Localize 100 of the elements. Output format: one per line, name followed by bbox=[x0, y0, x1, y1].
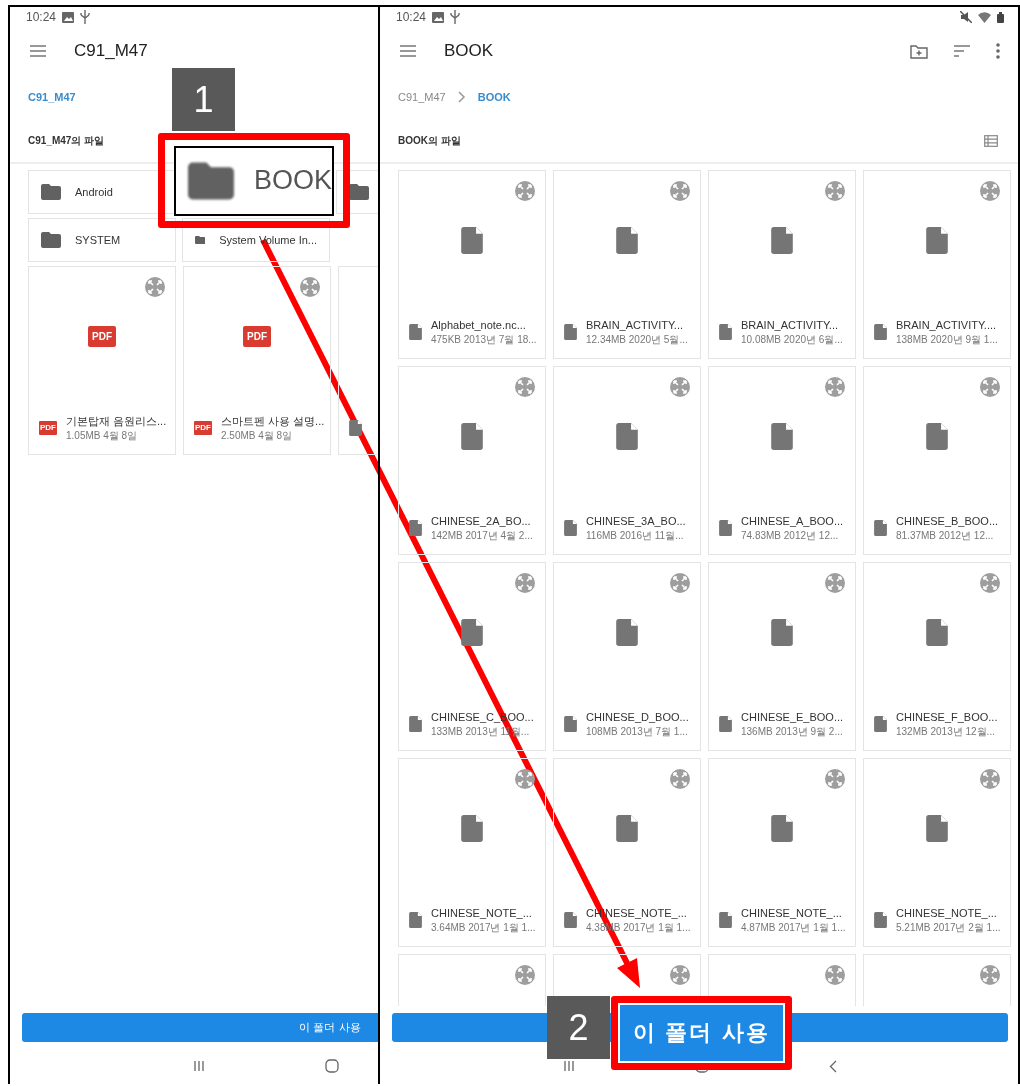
file-card[interactable]: Alphabet_note.nc... 475KB 2013년 7월 18... bbox=[398, 170, 546, 359]
file-card[interactable]: CHINESE_A_BOO... 74.83MB 2012년 12... bbox=[708, 366, 856, 555]
file-card[interactable]: CHINESE_NOTE_... 4.87MB 2017년 1월 1... bbox=[708, 758, 856, 947]
file-card[interactable]: CHINESE_E_BOO... 136MB 2013년 9월 2... bbox=[708, 562, 856, 751]
file-icon bbox=[771, 227, 793, 254]
image-icon bbox=[432, 11, 445, 23]
expand-icon bbox=[670, 573, 690, 593]
file-card[interactable]: BRAIN_ACTIVITY... 12.34MB 2020년 5월... bbox=[553, 170, 701, 359]
file-icon bbox=[771, 423, 793, 450]
wifi-icon bbox=[978, 11, 991, 23]
usb-icon bbox=[80, 10, 91, 24]
file-icon bbox=[616, 619, 638, 646]
file-icon bbox=[461, 815, 483, 842]
file-card[interactable]: PDF PDF 기본탑재 음원리스... 1.05MB 4월 8일 bbox=[28, 266, 176, 455]
file-icon bbox=[926, 423, 948, 450]
file-name: CHINESE_NOTE_... bbox=[741, 905, 842, 921]
breadcrumb-item[interactable]: BOOK bbox=[477, 91, 511, 103]
file-name: CHINESE_3A_BO... bbox=[586, 513, 686, 529]
file-details: 74.83MB 2012년 12... bbox=[741, 529, 839, 543]
file-icon bbox=[719, 912, 732, 928]
folder-name: System Volume In... bbox=[219, 234, 317, 246]
recent-apps-icon bbox=[193, 1060, 205, 1072]
expand-icon bbox=[515, 769, 535, 789]
expand-icon bbox=[300, 277, 320, 297]
file-card[interactable]: CHINESE_D_BOO... 108MB 2013년 7월 1... bbox=[553, 562, 701, 751]
file-details: 142MB 2017년 4월 2... bbox=[431, 529, 533, 543]
folder-icon bbox=[41, 184, 61, 200]
expand-icon bbox=[980, 573, 1000, 593]
usb-icon bbox=[450, 10, 461, 24]
file-card[interactable]: CHINESE_2A_BO... 142MB 2017년 4월 2... bbox=[398, 366, 546, 555]
breadcrumb-item[interactable]: C91_M47 bbox=[28, 91, 76, 103]
folder-name: BOOK bbox=[253, 165, 332, 196]
file-details: 132MB 2013년 12월... bbox=[896, 725, 995, 739]
file-icon bbox=[771, 619, 793, 646]
file-icon bbox=[926, 619, 948, 646]
file-card[interactable]: BRAIN_ACTIVITY... 10.08MB 2020년 6월... bbox=[708, 170, 856, 359]
pdf-icon: PDF bbox=[243, 326, 271, 347]
expand-icon bbox=[825, 573, 845, 593]
file-details: 4.87MB 2017년 1월 1... bbox=[741, 921, 846, 935]
breadcrumb-item[interactable]: C91_M47 bbox=[398, 91, 446, 103]
file-icon bbox=[409, 324, 422, 340]
file-card[interactable]: CHINESE_NOTE_... 3.64MB 2017년 1월 1... bbox=[398, 758, 546, 947]
section-label: C91_M47의 파일 bbox=[28, 133, 106, 148]
file-details: 116MB 2016년 11월... bbox=[586, 529, 684, 543]
menu-icon bbox=[400, 45, 416, 57]
file-name: BRAIN_ACTIVITY.... bbox=[896, 317, 997, 333]
expand-icon bbox=[980, 377, 1000, 397]
pdf-icon: PDF bbox=[194, 421, 212, 435]
file-name: CHINESE_NOTE_... bbox=[896, 905, 997, 921]
status-time: 10:24 bbox=[396, 10, 427, 24]
file-icon bbox=[874, 912, 887, 928]
file-name: CHINESE_F_BOO... bbox=[896, 709, 998, 725]
file-name: 스마트펜 사용 설명... bbox=[221, 413, 325, 429]
folder-icon bbox=[188, 160, 234, 201]
file-icon bbox=[409, 520, 422, 536]
file-icon bbox=[926, 227, 948, 254]
file-details: 12.34MB 2020년 5월... bbox=[586, 333, 688, 347]
use-folder-button[interactable]: 이 폴더 사용 bbox=[22, 1012, 378, 1042]
expand-icon bbox=[670, 181, 690, 201]
file-icon bbox=[564, 324, 577, 340]
pdf-icon: PDF bbox=[88, 326, 116, 347]
file-card[interactable]: CHINESE_F_BOO... 132MB 2013년 12월... bbox=[863, 562, 1011, 751]
expand-icon bbox=[980, 181, 1000, 201]
file-details: 108MB 2013년 7월 1... bbox=[586, 725, 688, 739]
mute-icon bbox=[960, 11, 972, 23]
file-details: 81.37MB 2012년 12... bbox=[896, 529, 994, 543]
back-icon bbox=[829, 1059, 837, 1073]
file-card[interactable]: PDF PDF 스마트펜 사용 설명... 2.50MB 4월 8일 bbox=[183, 266, 331, 455]
file-name: CHINESE_E_BOO... bbox=[741, 709, 844, 725]
expand-icon bbox=[980, 769, 1000, 789]
expand-icon bbox=[515, 965, 535, 985]
file-icon bbox=[564, 716, 577, 732]
battery-icon bbox=[997, 11, 1004, 23]
expand-icon bbox=[670, 377, 690, 397]
new-folder-icon bbox=[910, 43, 928, 59]
magnified-use-folder-button[interactable]: 이 폴더 사용 bbox=[618, 1003, 785, 1063]
file-icon bbox=[349, 420, 362, 436]
file-card[interactable]: CHINESE_3A_BO... 116MB 2016년 11월... bbox=[553, 366, 701, 555]
folder-card[interactable]: Android bbox=[28, 170, 176, 214]
folder-icon bbox=[41, 232, 61, 248]
expand-icon bbox=[670, 965, 690, 985]
folder-card[interactable]: SYSTEM bbox=[28, 218, 176, 262]
folder-name: Android bbox=[75, 186, 113, 198]
sort-icon bbox=[954, 45, 970, 57]
recent-apps-icon bbox=[563, 1060, 575, 1072]
file-icon bbox=[719, 716, 732, 732]
menu-icon bbox=[30, 45, 46, 57]
file-name: CHINESE_A_BOO... bbox=[741, 513, 844, 529]
file-card[interactable]: BRAIN_ACTIVITY.... 138MB 2020년 9월 1... bbox=[863, 170, 1011, 359]
file-card[interactable]: CHINESE_NOTE_... 5.21MB 2017년 2월 1... bbox=[863, 758, 1011, 947]
home-icon bbox=[325, 1059, 339, 1073]
expand-icon bbox=[825, 181, 845, 201]
file-card[interactable]: CHINESE_B_BOO... 81.37MB 2012년 12... bbox=[863, 366, 1011, 555]
expand-icon bbox=[145, 277, 165, 297]
file-details: 3.64MB 2017년 1월 1... bbox=[431, 921, 536, 935]
file-details: 5.21MB 2017년 2월 1... bbox=[896, 921, 1001, 935]
image-icon bbox=[62, 11, 75, 23]
chevron-icon bbox=[457, 91, 466, 103]
expand-icon bbox=[515, 573, 535, 593]
file-icon bbox=[874, 520, 887, 536]
